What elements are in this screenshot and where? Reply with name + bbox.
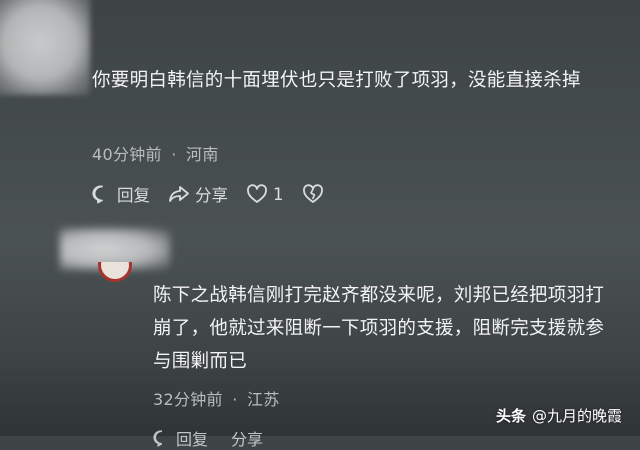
reply-avatar[interactable] xyxy=(98,262,136,286)
dislike-icon xyxy=(302,184,324,204)
dislike-button[interactable] xyxy=(302,184,324,204)
comment-location: 河南 xyxy=(186,145,219,164)
share-label: 分享 xyxy=(231,430,264,449)
meta-separator: · xyxy=(171,145,177,164)
reply-comment-actions: 回复 分享 xyxy=(153,426,281,450)
comment-text: 你要明白韩信的十面埋伏也只是打败了项羽，没能直接杀掉 xyxy=(92,70,581,91)
reply-button[interactable]: 回复 xyxy=(153,426,208,450)
watermark: 头条 @九月的晚霞 xyxy=(496,405,622,426)
meta-separator: · xyxy=(232,390,238,409)
reply-button[interactable]: 回复 xyxy=(92,182,150,206)
reply-icon xyxy=(92,184,112,204)
share-label: 分享 xyxy=(195,186,228,205)
comment-actions: 回复 分享 1 xyxy=(92,182,342,206)
share-button[interactable]: 分享 xyxy=(226,426,263,450)
like-icon xyxy=(246,184,268,204)
reply-label: 回复 xyxy=(176,430,209,449)
comment-meta: 40分钟前 · 河南 xyxy=(92,141,219,165)
comment-location: 江苏 xyxy=(247,390,280,409)
like-button[interactable]: 1 xyxy=(246,184,284,204)
comment-time: 40分钟前 xyxy=(92,145,162,164)
commenter-avatar-blurred[interactable] xyxy=(0,0,90,95)
reply-comment-meta: 32分钟前 · 江苏 xyxy=(153,386,280,410)
share-icon xyxy=(168,184,190,204)
reply-icon xyxy=(153,429,171,447)
share-button[interactable]: 分享 xyxy=(168,182,228,206)
reply-comment-text: 陈下之战韩信刚打完赵齐都没来呢，刘邦已经把项羽打崩了，他就过来阻断一下项羽的支援… xyxy=(153,285,605,372)
reply-label: 回复 xyxy=(117,186,150,205)
watermark-brand: 头条 xyxy=(495,407,526,425)
comment-time: 32分钟前 xyxy=(153,390,223,409)
like-count: 1 xyxy=(273,184,284,204)
watermark-handle: @九月的晚霞 xyxy=(531,407,622,425)
